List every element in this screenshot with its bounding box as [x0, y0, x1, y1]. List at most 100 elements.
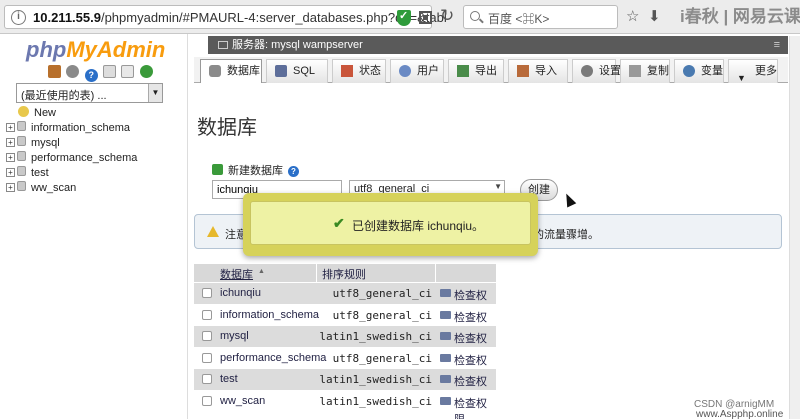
database-icon	[17, 181, 26, 191]
create-database-label: 新建数据库?	[212, 162, 299, 178]
sql-icon	[275, 65, 287, 77]
tab-label: 导出	[475, 65, 497, 77]
users-icon	[399, 65, 411, 77]
row-checkbox[interactable]	[202, 395, 212, 406]
help-icon[interactable]: ?	[84, 69, 98, 82]
privileges-icon	[440, 375, 451, 383]
tree-item-database[interactable]: + test	[6, 166, 137, 181]
database-name-link[interactable]: ichunqiu	[220, 287, 261, 299]
scrollbar[interactable]	[789, 36, 800, 419]
replication-icon	[629, 65, 641, 77]
help-icon[interactable]: ?	[288, 166, 299, 177]
exit-icon[interactable]	[66, 65, 80, 78]
tab-label: 变量	[701, 65, 723, 77]
row-checkbox[interactable]	[202, 352, 212, 363]
collation-cell: utf8_general_ci	[332, 308, 432, 322]
chevron-down-icon: ▼	[494, 182, 502, 191]
database-name-link[interactable]: test	[220, 373, 238, 385]
home-icon[interactable]	[48, 65, 61, 78]
tab-import[interactable]: 导入	[508, 59, 568, 83]
server-label: 服务器: mysql wampserver	[232, 39, 363, 51]
tree-item-label: mysql	[31, 137, 60, 149]
table-row: information_schemautf8_general_ci检查权限	[194, 304, 496, 340]
documentation-icon[interactable]	[103, 65, 117, 78]
privileges-icon	[440, 353, 451, 362]
search-input[interactable]: 百度 <⌘K>	[463, 5, 618, 29]
tab-label: 设置	[599, 65, 621, 77]
database-icon	[209, 65, 221, 77]
expand-icon[interactable]: +	[6, 153, 15, 162]
expand-icon[interactable]: +	[6, 123, 15, 132]
address-bar[interactable]: i 10.211.55.9/phpmyadmin/#PMAURL-4:serve…	[4, 5, 447, 29]
tree-item-label: information_schema	[31, 122, 131, 134]
row-checkbox[interactable]	[202, 309, 212, 320]
tab-label: 导入	[535, 65, 557, 77]
tab-label: 数据库	[227, 65, 260, 77]
info-icon[interactable]: i	[11, 10, 26, 25]
page-title: 数据库	[197, 117, 257, 139]
collapse-icon[interactable]: ≡	[774, 36, 780, 54]
tree-item-database[interactable]: + information_schema	[6, 121, 137, 136]
database-tree: New + information_schema + mysql + performanc…	[6, 106, 137, 196]
server-breadcrumb[interactable]: 服务器: mysql wampserver ≡	[208, 36, 788, 54]
qr-code-icon[interactable]	[419, 11, 432, 24]
tree-item-label: ww_scan	[31, 182, 77, 194]
table-row: mysqllatin1_swedish_ci检查权限	[194, 326, 496, 361]
download-icon[interactable]: ⬇	[648, 8, 661, 26]
browser-toolbar: i 10.211.55.9/phpmyadmin/#PMAURL-4:serve…	[0, 0, 800, 34]
privileges-icon	[440, 289, 451, 297]
table-row: ww_scan latin1_swedish_ci 检查权限	[194, 390, 496, 419]
new-database-icon	[18, 106, 29, 117]
expand-icon[interactable]: +	[6, 168, 15, 177]
database-name-link[interactable]: mysql	[220, 330, 249, 342]
tab-settings[interactable]: 设置	[572, 59, 621, 83]
navigation-panel: phpMyAdmin ? (最近使用的表) ... ▼ New + informa…	[0, 34, 188, 419]
tab-status[interactable]: 状态	[332, 59, 386, 83]
tab-chevron-down[interactable]: ▼ 更多	[728, 59, 778, 83]
tab-export[interactable]: 导出	[448, 59, 504, 83]
tab-replication[interactable]: 复制	[620, 59, 670, 83]
reload-icon[interactable]: ↻	[440, 6, 454, 26]
database-name-link[interactable]: information_schema	[220, 309, 319, 321]
database-icon	[17, 151, 26, 161]
database-icon	[17, 136, 26, 146]
column-header-collation[interactable]: 排序规则	[322, 266, 366, 282]
create-database-icon	[212, 164, 223, 175]
shield-icon[interactable]	[397, 9, 411, 26]
database-name-link[interactable]: performance_schema	[220, 352, 326, 364]
tab-variables[interactable]: 变量	[674, 59, 724, 83]
phpmyadmin-logo[interactable]: phpMyAdmin	[26, 37, 165, 63]
tree-item-database[interactable]: + mysql	[6, 136, 137, 151]
column-header-database[interactable]: 数据库	[220, 266, 253, 282]
row-checkbox[interactable]	[202, 374, 212, 384]
tab-label: 用户	[417, 65, 439, 77]
tree-item-new[interactable]: New	[6, 106, 137, 121]
export-icon	[457, 65, 469, 77]
tab-database[interactable]: 数据库	[200, 59, 262, 83]
expand-icon[interactable]: +	[6, 138, 15, 147]
success-message: 已创建数据库 ichunqiu。	[352, 219, 485, 233]
column-divider	[316, 264, 317, 282]
tree-item-database[interactable]: + ww_scan	[6, 181, 137, 196]
expand-icon[interactable]: +	[6, 183, 15, 192]
column-divider	[435, 264, 436, 282]
row-checkbox[interactable]	[202, 331, 212, 341]
recent-tables-select[interactable]: (最近使用的表) ... ▼	[16, 83, 163, 103]
check-icon: ✔	[333, 215, 345, 231]
database-name-link[interactable]: ww_scan	[220, 395, 265, 407]
settings-icon	[581, 65, 593, 77]
privileges-icon	[440, 396, 451, 405]
tab-label: 状态	[359, 65, 381, 77]
tab-label: 复制	[647, 65, 669, 77]
tree-item-database[interactable]: + performance_schema	[6, 151, 137, 166]
reload-nav-icon[interactable]	[139, 65, 153, 78]
star-icon[interactable]: ☆	[626, 8, 639, 26]
tab-sql[interactable]: SQL	[266, 59, 328, 83]
copy-icon[interactable]	[121, 65, 135, 78]
variables-icon	[683, 65, 695, 77]
check-privileges-link[interactable]: 检查权限	[454, 395, 496, 419]
sort-ascending-icon[interactable]: ▲	[258, 268, 265, 275]
row-checkbox[interactable]	[202, 288, 212, 298]
search-placeholder: 百度 <⌘K>	[488, 12, 550, 26]
tab-users[interactable]: 用户	[390, 59, 444, 83]
